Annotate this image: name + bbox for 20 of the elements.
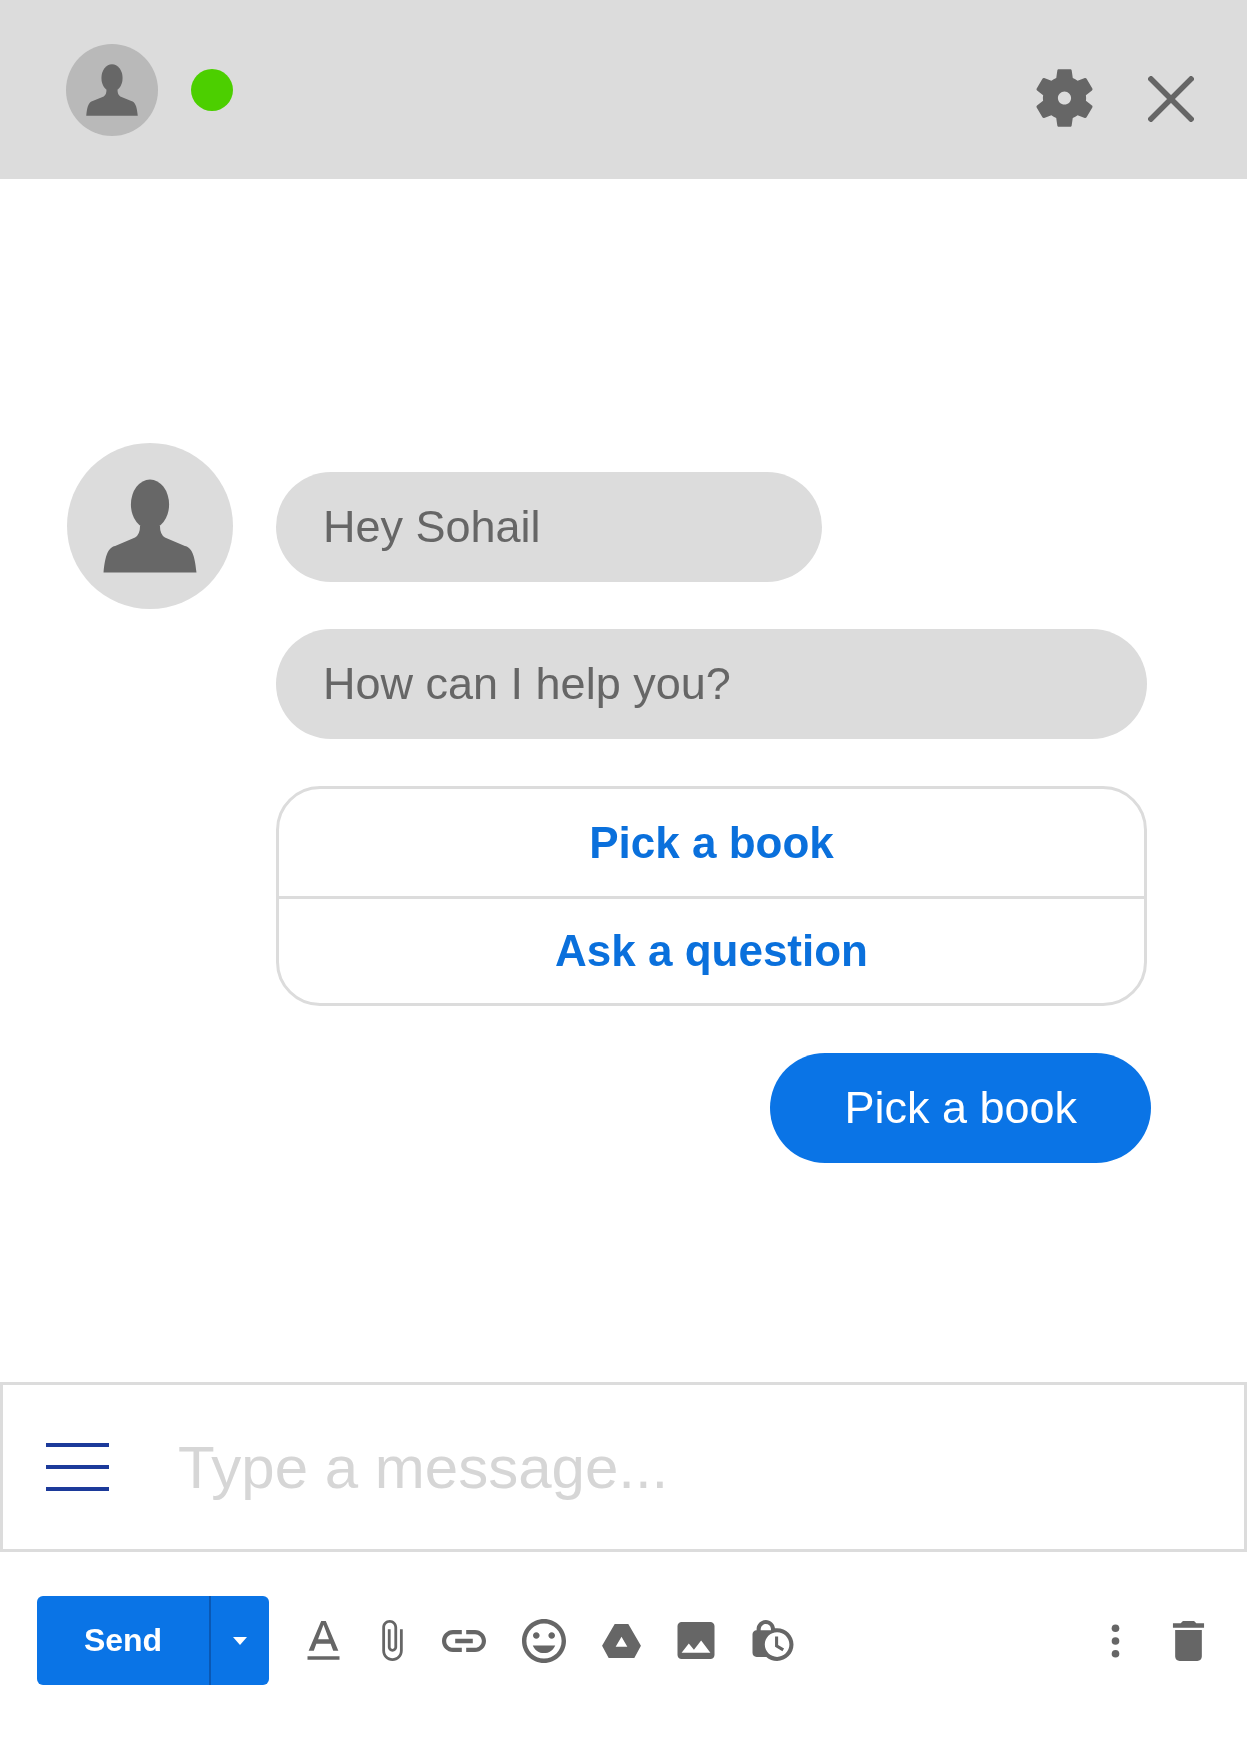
trash-icon[interactable] [1172,1620,1205,1661]
triangle-icon[interactable] [602,1623,641,1658]
avatar-icon [66,43,158,136]
settings-icon[interactable] [1036,67,1093,128]
link-icon[interactable] [442,1628,486,1653]
avatar-icon [67,443,233,609]
lock-clock-icon[interactable] [751,1620,795,1661]
caret-icon [233,1636,247,1645]
sent-message-bubble: Pick a book [770,1053,1151,1163]
image-icon[interactable] [677,1622,715,1659]
quick-reply-button[interactable]: Pick a book [279,789,1144,896]
smiley-icon[interactable] [522,1618,566,1663]
message-bubble: How can I help you? [276,629,1147,739]
send-button[interactable]: Send [37,1596,209,1685]
paperclip-icon[interactable] [379,1620,406,1661]
message-bubble: Hey Sohail [276,472,822,582]
quick-reply-button[interactable]: Ask a question [279,896,1144,1003]
more-vertical-icon[interactable] [1111,1623,1120,1658]
close-icon[interactable] [1148,75,1194,122]
menu-icon[interactable] [46,1443,109,1491]
